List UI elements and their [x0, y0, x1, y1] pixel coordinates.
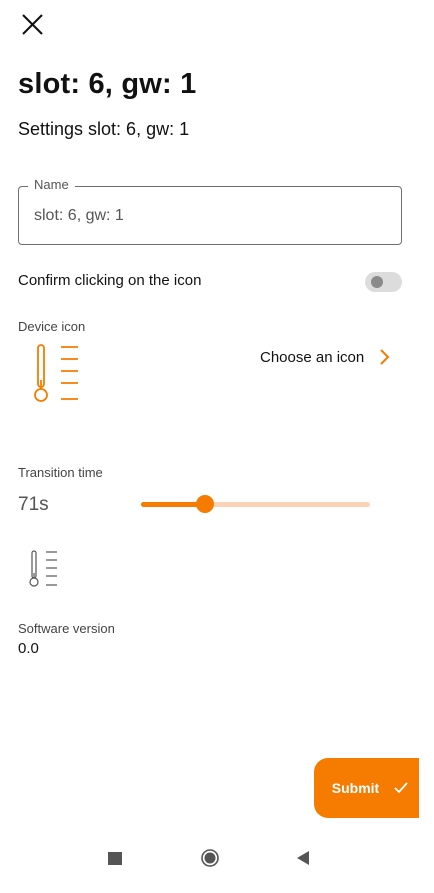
transition-time-label: Transition time: [18, 465, 103, 480]
confirm-click-label: Confirm clicking on the icon: [18, 272, 202, 289]
submit-button[interactable]: Submit: [314, 758, 419, 818]
thermometer-scale-icon: [34, 344, 78, 402]
thermometer-scale-small-icon: [29, 550, 57, 587]
home-circle-icon: [201, 849, 219, 867]
device-icon-preview: [28, 340, 88, 413]
device-icon-small: [26, 548, 62, 595]
page-subtitle: Settings slot: 6, gw: 1: [18, 119, 190, 139]
recents-button-icon[interactable]: [108, 852, 122, 865]
toggle-knob: [371, 276, 383, 288]
checkmark-icon: [394, 782, 408, 794]
slider-thumb[interactable]: [196, 495, 215, 513]
close-icon: [22, 14, 43, 35]
back-triangle-icon: [297, 851, 309, 865]
submit-label: Submit: [331, 780, 380, 796]
page-title: slot: 6, gw: 1: [18, 68, 197, 100]
name-input[interactable]: [34, 204, 384, 228]
home-button-icon[interactable]: [201, 849, 219, 867]
close-button[interactable]: [14, 8, 50, 44]
choose-icon-button[interactable]: Choose an icon: [252, 340, 390, 374]
software-version-label: Software version: [18, 621, 115, 636]
device-icon-label: Device icon: [18, 319, 86, 334]
choose-icon-label: Choose an icon: [260, 348, 365, 366]
name-field-label: Name: [28, 177, 75, 192]
transition-time-value: 71s: [18, 494, 49, 515]
back-button-icon[interactable]: [296, 850, 310, 871]
chevron-right-icon: [380, 349, 390, 365]
software-version-value: 0.0: [18, 640, 39, 657]
